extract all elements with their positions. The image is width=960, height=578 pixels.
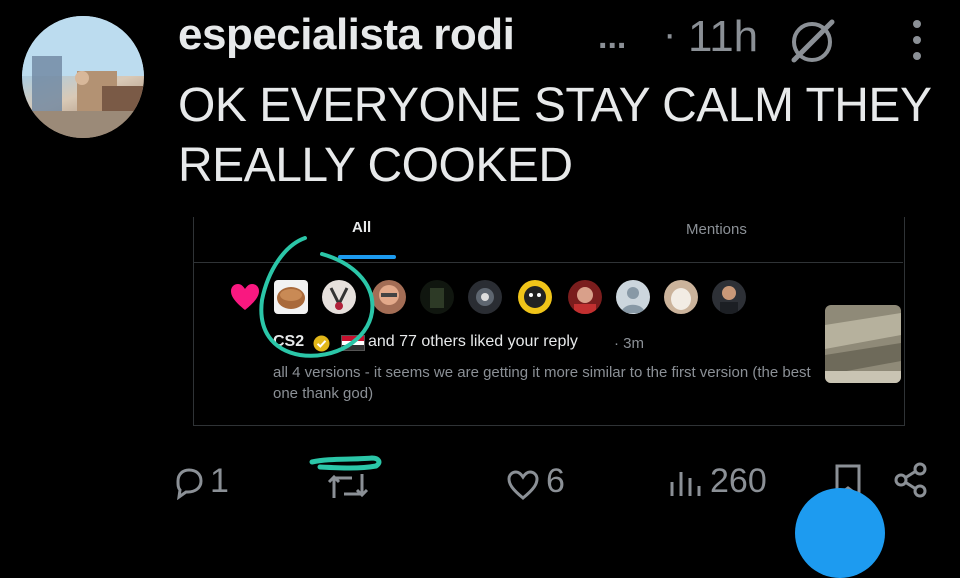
- reply-button[interactable]: 1: [172, 462, 242, 502]
- liker-avatar: [420, 280, 454, 314]
- like-summary-text: and 77 others liked your reply: [368, 333, 578, 350]
- post-text: OK EVERYONE STAY CALM THEY REALLY COOKED: [178, 79, 931, 192]
- views-button[interactable]: 260: [668, 462, 778, 502]
- reply-preview-text: all 4 versions - it seems we are getting…: [273, 364, 811, 402]
- more-options-icon[interactable]: [900, 14, 934, 66]
- view-count: 260: [710, 462, 767, 500]
- repost-icon: [327, 474, 369, 498]
- tab-all: All: [352, 219, 372, 236]
- separator-dot: ·: [663, 12, 677, 56]
- liker-avatar: [568, 280, 602, 314]
- like-count: 6: [546, 462, 565, 500]
- liker-name: CS2: [273, 333, 305, 350]
- share-icon[interactable]: [893, 462, 929, 498]
- active-tab-indicator: [338, 255, 396, 259]
- tab-divider: [193, 262, 903, 263]
- liker-avatar: [664, 280, 698, 314]
- like-button[interactable]: 6: [506, 462, 576, 502]
- author-name[interactable]: especialista rodi: [178, 10, 515, 60]
- like-icon: [507, 470, 539, 500]
- tab-mentions: Mentions: [686, 221, 747, 238]
- liker-avatar: [518, 280, 552, 314]
- name-ellipsis: ...: [598, 18, 627, 56]
- verified-badge-icon: [313, 335, 330, 352]
- compose-fab-button[interactable]: [795, 488, 885, 578]
- notification-time: · 3m: [614, 335, 644, 352]
- liker-avatar: [712, 280, 746, 314]
- default-avatar-icon: [616, 280, 650, 314]
- views-icon: [670, 472, 701, 496]
- grok-icon[interactable]: [788, 16, 838, 66]
- reply-media-thumbnail: [825, 305, 901, 383]
- reply-icon: [176, 468, 203, 500]
- post-time[interactable]: 11h: [688, 12, 758, 62]
- liker-avatar: [372, 280, 406, 314]
- liker-avatar-cs2: [274, 280, 308, 314]
- repost-button[interactable]: [326, 462, 376, 502]
- liker-avatar: [322, 280, 356, 314]
- flag-icon: [341, 335, 365, 351]
- liker-avatar: [468, 280, 502, 314]
- author-avatar[interactable]: [22, 16, 144, 138]
- reply-count: 1: [210, 462, 229, 500]
- heart-icon: [231, 284, 259, 310]
